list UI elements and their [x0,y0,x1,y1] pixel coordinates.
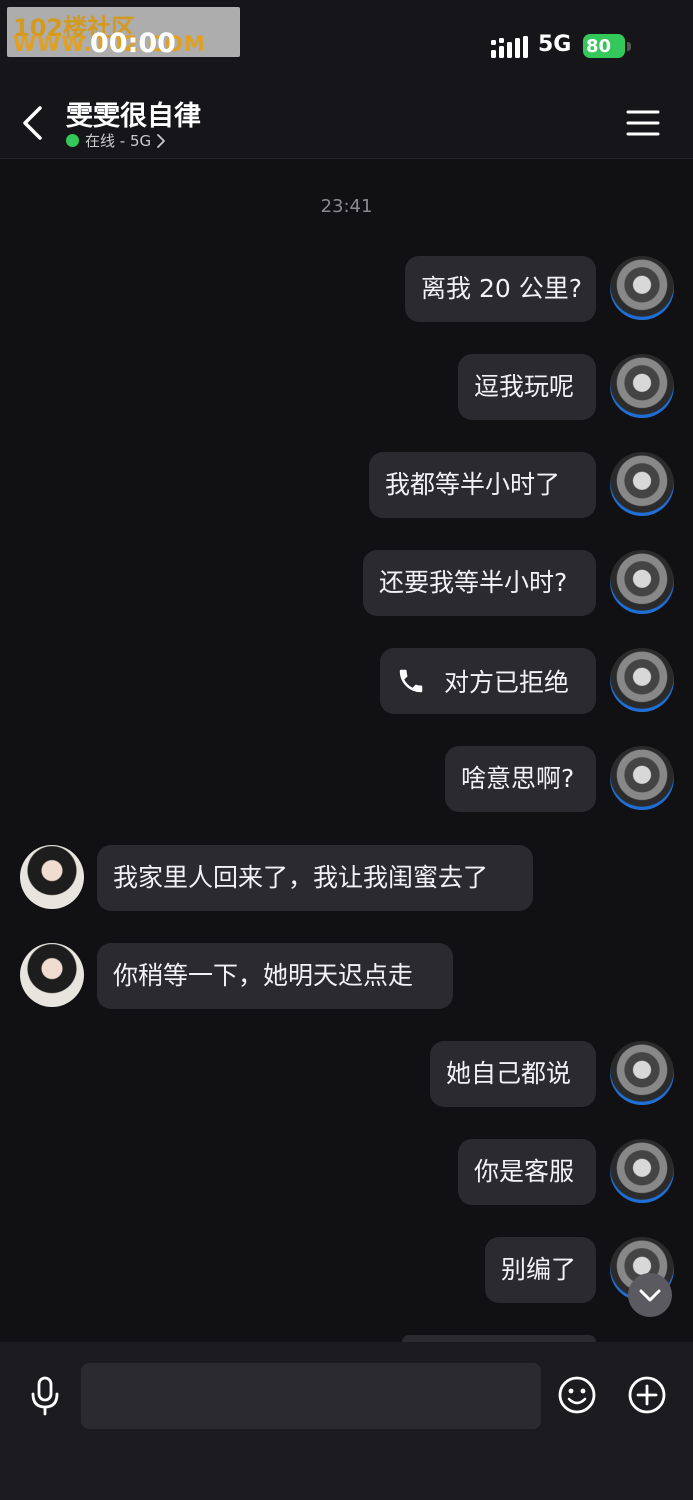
avatar-self[interactable] [610,1139,674,1203]
message-bubble-sent[interactable]: 我都等半小时了 [369,452,596,518]
battery-indicator: 80 [583,34,625,58]
chat-header: 雯雯很自律 在线 - 5G [0,90,693,159]
status-time: 00:00 [90,28,176,59]
contact-name[interactable]: 雯雯很自律 [66,94,201,133]
avatar-self[interactable] [610,256,674,320]
message-bubble-sent[interactable]: 别编了 [485,1237,596,1303]
battery-cap [627,42,631,51]
menu-icon[interactable] [624,108,662,138]
avatar-self[interactable] [610,354,674,418]
message-timestamp: 23:41 [320,196,373,217]
online-dot [66,134,79,147]
call-record-bubble[interactable]: 对方已拒绝 [380,648,596,714]
message-bubble-sent[interactable]: 还要我等半小时? [363,550,596,616]
emoji-icon[interactable] [557,1375,597,1415]
battery-level: 80 [586,35,612,57]
avatar-self[interactable] [610,1041,674,1105]
message-bubble-received[interactable]: 我家里人回来了，我让我闺蜜去了 [97,845,533,911]
scroll-to-bottom-button[interactable] [628,1273,672,1317]
avatar-self[interactable] [610,550,674,614]
message-bubble-sent[interactable]: 啥意思啊? [445,746,596,812]
avatar-contact[interactable] [20,943,84,1007]
message-bubble-sent[interactable]: 她自己都说 [430,1041,596,1107]
back-arrow-icon[interactable] [18,104,48,142]
chevron-down-icon [639,1289,661,1302]
avatar-self[interactable] [610,452,674,516]
message-input[interactable] [81,1363,541,1429]
message-bubble-partial [402,1335,596,1342]
avatar-self[interactable] [610,648,674,712]
microphone-icon[interactable] [28,1376,62,1416]
avatar-self[interactable] [610,746,674,810]
network-type: 5G [538,32,572,57]
avatar-contact[interactable] [20,845,84,909]
phone-icon [399,669,423,693]
message-bubble-sent[interactable]: 你是客服 [458,1139,596,1205]
status-label: 在线 - 5G [85,132,152,150]
message-bubble-received[interactable]: 你稍等一下，她明天迟点走 [97,943,453,1009]
message-bubble-sent[interactable]: 离我 20 公里? [405,256,596,322]
call-record-text: 对方已拒绝 [444,668,570,697]
chevron-right-icon [157,133,166,148]
message-bubble-sent[interactable]: 逗我玩呢 [458,354,596,420]
plus-circle-icon[interactable] [627,1375,667,1415]
signal-icon [491,36,528,58]
contact-status[interactable]: 在线 - 5G [66,130,167,151]
